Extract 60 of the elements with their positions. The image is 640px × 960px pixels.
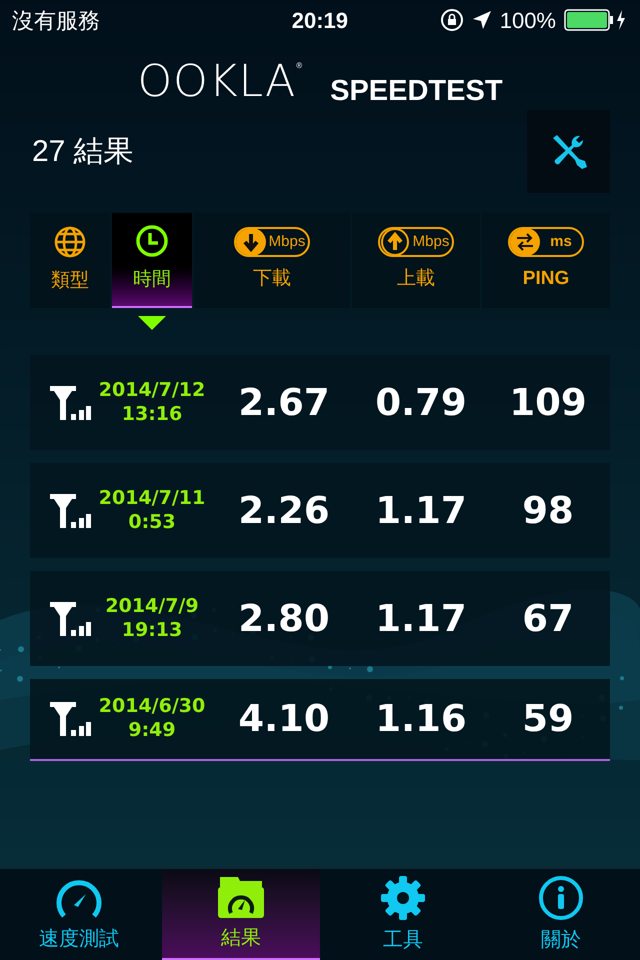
globe-icon (53, 225, 87, 260)
swap-arrows-icon (510, 229, 540, 256)
ping-time: 67 (521, 596, 575, 642)
upload-speed: 1.17 (374, 488, 468, 534)
clock-time: 20:19 (292, 6, 348, 34)
unit-label: Mbps (412, 232, 450, 252)
cell-signal-icon (50, 386, 92, 420)
down-arrow-icon (236, 229, 266, 256)
brand-logo: OOKLA (137, 60, 296, 104)
test-date: 2014/6/30 (98, 695, 206, 719)
sort-column-tab[interactable]: 類型 (30, 213, 110, 308)
sort-column-tab[interactable]: Mbps 下載 (194, 213, 350, 308)
cell-signal-icon (50, 702, 92, 736)
info-icon (538, 874, 584, 920)
location-arrow-icon (472, 10, 492, 30)
unit-label: ms (549, 232, 573, 252)
tab-bar-item[interactable]: 結果 (162, 869, 320, 960)
battery-percent: 100% (500, 6, 556, 34)
upload-speed: 1.16 (374, 696, 468, 742)
upload-speed: 0.79 (374, 380, 468, 426)
test-date: 2014/7/12 (98, 378, 206, 402)
sort-column-tab[interactable]: ms PING (482, 213, 610, 308)
clock-icon (135, 224, 169, 258)
download-speed: 2.80 (237, 596, 331, 642)
test-time: 9:49 (128, 719, 176, 743)
test-time: 13:16 (122, 402, 182, 426)
folder-gauge-icon (216, 874, 266, 918)
tab-bar-item[interactable]: 速度測試 (0, 869, 158, 960)
results-count: 27 結果 (32, 134, 134, 170)
product-name: SPEEDTEST (330, 77, 503, 106)
sort-column-tab[interactable]: 時間 (112, 213, 192, 308)
ping-time: 98 (521, 488, 575, 534)
ping-time: 59 (521, 696, 575, 742)
download-speed: 2.67 (237, 380, 331, 426)
sort-column-tab[interactable]: Mbps 上載 (352, 213, 480, 308)
upload-speed: 1.17 (374, 596, 468, 642)
up-arrow-icon (380, 229, 410, 256)
carrier-label: 沒有服務 (12, 6, 100, 34)
unit-label: Mbps (268, 232, 306, 252)
gear-icon (380, 874, 426, 920)
battery-charging-icon (564, 9, 628, 31)
result-row[interactable]: 2014/7/9 19:13 2.80 1.17 67 (30, 571, 610, 666)
test-time: 19:13 (122, 618, 182, 642)
test-time: 0:53 (128, 510, 176, 534)
registered-mark: ® (296, 60, 302, 72)
cell-signal-icon (50, 602, 92, 636)
result-row[interactable]: 2014/6/30 9:49 4.10 1.16 59 (30, 679, 610, 761)
rotation-lock-icon (440, 8, 464, 32)
ping-time: 109 (508, 380, 588, 426)
tools-button[interactable] (527, 110, 610, 193)
test-date: 2014/7/9 (105, 594, 199, 618)
sort-caret-icon (138, 316, 166, 330)
result-row[interactable]: 2014/7/12 13:16 2.67 0.79 109 (30, 355, 610, 450)
download-speed: 2.26 (237, 488, 331, 534)
result-row[interactable]: 2014/7/11 0:53 2.26 1.17 98 (30, 463, 610, 558)
test-date: 2014/7/11 (98, 486, 206, 510)
download-speed: 4.10 (237, 696, 331, 742)
tab-bar-item[interactable]: 關於 (482, 869, 640, 960)
tab-bar-item[interactable]: 工具 (324, 869, 482, 960)
cell-signal-icon (50, 494, 92, 528)
